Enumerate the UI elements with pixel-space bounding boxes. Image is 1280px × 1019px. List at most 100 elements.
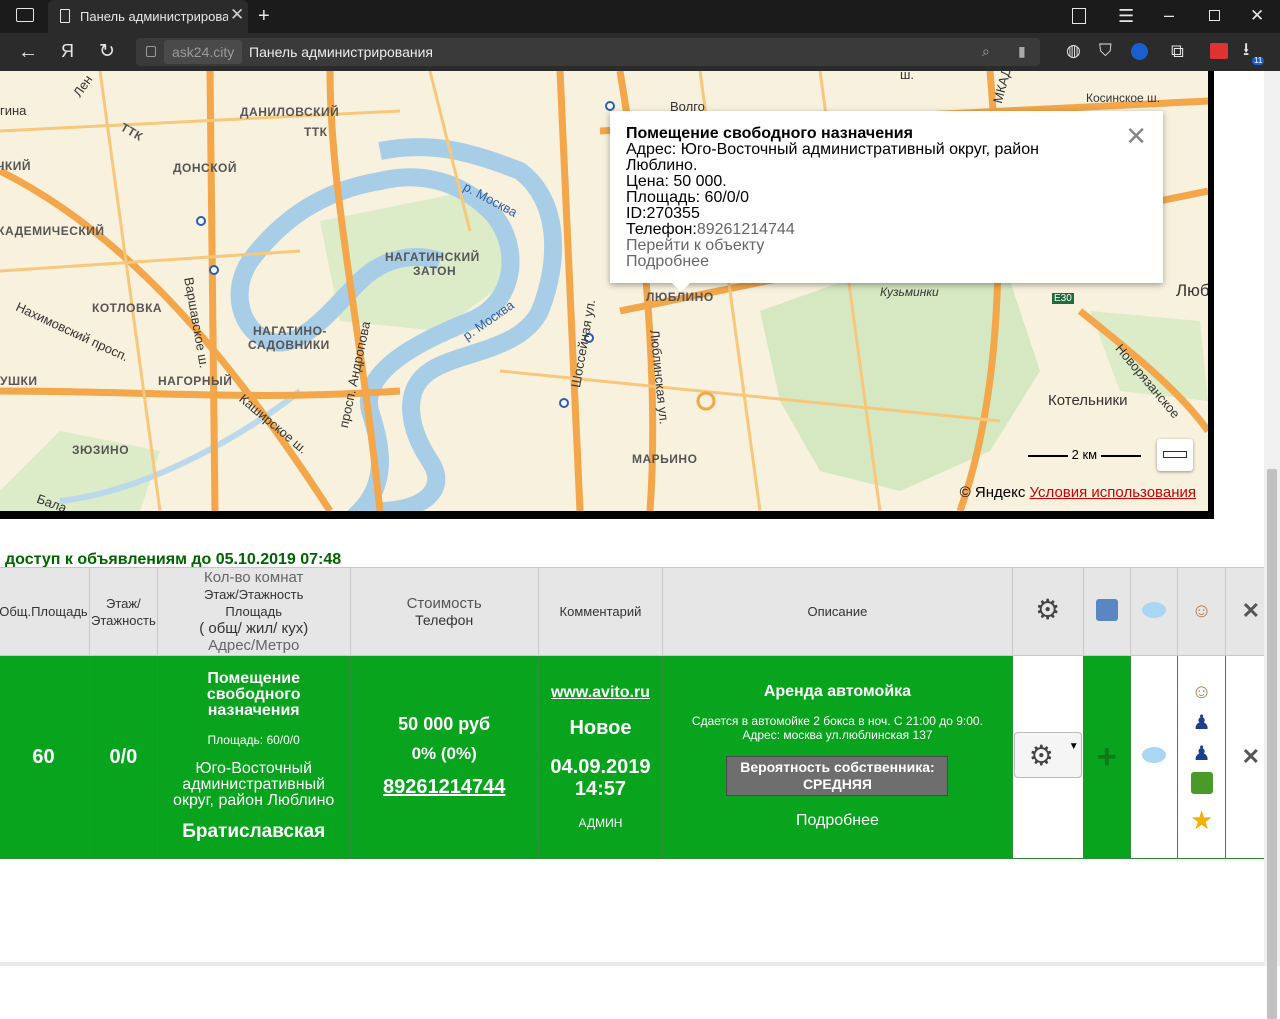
new-tab-icon[interactable]: + [258,6,270,26]
url-field[interactable]: ask24.city Панель администрирования ⌕ ▮ [136,38,1040,66]
row-desc-text: Сдается в автомойке 2 бокса в ноч. С 21:… [691,714,983,728]
header-description[interactable]: Описание [662,567,1013,656]
row-address: Юго-Восточный административный округ, ра… [173,760,335,809]
row-more-link[interactable]: Подробнее [663,812,1012,830]
map-scale: 2 км [1028,447,1141,462]
row-phone[interactable]: 89261214744 [351,776,538,799]
header-rooms-line: Этаж/Этажность [203,587,304,602]
sidebar-toggle-icon[interactable] [16,8,34,22]
district-label: КОТЛОВКА [92,301,163,315]
delete-icon[interactable]: ✕ [1242,744,1260,769]
road-label: ТТК [304,125,328,139]
header-area[interactable]: Общ.Площадь [0,567,90,656]
header-comment-action[interactable] [1130,567,1179,656]
district-label: ДАНИЛОВСКИЙ [240,105,340,119]
header-rooms-line: Площадь [225,604,282,619]
district-label: САДОВНИКИ [248,338,330,352]
maximize-icon[interactable] [1209,10,1220,21]
comment-bubble-icon[interactable] [1142,601,1167,618]
row-source-link[interactable]: www.avito.ru [539,684,662,701]
plus-icon[interactable]: + [1097,738,1117,776]
district-label: НАГАТИНО- [253,324,327,338]
tab-title: Панель администрирования [80,9,228,24]
url-host: ask24.city [172,44,235,60]
page-scrollbar[interactable] [1264,71,1280,1019]
table-row[interactable]: 60 0/0 Помещение свободного назначения П… [0,655,1278,859]
district-label: УШКИ [0,374,38,388]
terms-link[interactable]: Условия использования [1030,484,1197,501]
bookmark-extension-icon[interactable] [1131,43,1148,60]
header-price[interactable]: Стоимость Телефон [349,567,539,656]
map-attribution: © Яндекс Условия использования [960,484,1196,501]
close-window-icon[interactable]: ✕ [1250,7,1264,24]
menu-icon[interactable]: ☰ [1118,7,1134,25]
collections-icon[interactable] [1072,8,1086,24]
balloon-more-link[interactable]: Подробнее [626,254,1147,270]
header-comment[interactable]: Комментарий [537,567,664,656]
district-label: ЗАТОН [413,264,457,278]
close-tab-icon[interactable]: ✕ [230,5,244,25]
back-icon[interactable]: ← [18,42,38,62]
reader-icon[interactable]: ⧉ [1171,42,1184,60]
map-balloon: ✕ Помещение свободного назначения Адрес:… [610,111,1163,292]
balloon-goto-link[interactable]: Перейти к объекту [626,238,1147,254]
ruler-icon [1163,451,1187,458]
district-label: ЧКИЙ [0,159,32,173]
scrollbar-thumb[interactable] [1267,469,1277,1019]
remove-user-icon[interactable]: ♟ [1178,710,1224,735]
header-rooms-line: Кол-во комнат [204,569,304,586]
translate-icon[interactable]: ⌕ [982,44,990,58]
extension-icon[interactable] [1210,43,1228,59]
scale-bar [1028,454,1068,457]
header-rooms[interactable]: Кол-во комнат Этаж/Этажность Площадь ( о… [156,567,351,656]
road-label: ш. [900,71,915,82]
bag-icon[interactable] [1190,771,1213,794]
district-label: АКАДЕМИЧЕСКИЙ [0,224,105,238]
add-user-icon[interactable]: ☺ [1191,601,1211,621]
reload-icon[interactable]: ↻ [99,42,115,61]
row-area-detail: Площадь: 60/0/0 [207,733,300,747]
export-icon[interactable] [1095,598,1118,621]
tab-bar: Панель администрирования ✕ + ☰ – ✕ [0,0,1280,33]
header-add-user[interactable]: ☺ [1177,567,1226,656]
attribution-text: © Яндекс [959,484,1026,501]
bookmark-icon[interactable]: ▮ [1018,44,1026,58]
downloads-count: 11 [1252,56,1265,65]
protect-icon[interactable]: ⛉ [1099,42,1112,59]
owner-probability-badge: Вероятность собственника: СРЕДНЯЯ [726,756,949,796]
vpn-icon[interactable]: ◍ [1066,42,1081,59]
header-floor[interactable]: Этаж/ Этажность [88,567,158,656]
yandex-icon[interactable]: Я [61,42,74,60]
row-comment-cell: www.avito.ru Новое 04.09.2019 14:57 АДМИ… [537,655,664,859]
horizontal-scrollbar[interactable] [0,962,1264,966]
comment-bubble-icon[interactable] [1142,746,1167,763]
minimize-icon[interactable]: – [1164,6,1174,24]
close-icon[interactable]: ✕ [1125,123,1147,149]
ruler-button[interactable] [1157,439,1193,471]
district-label: ЗЮЗИНО [72,443,130,457]
map-frame: ДАНИЛОВСКИЙ ДОНСКОЙ АКАДЕМИЧЕСКИЙ КОТЛОВ… [0,71,1214,519]
balloon-phone-label: Телефон: [626,221,697,238]
downloads-icon[interactable]: ⭳ [1243,40,1249,58]
user-icon[interactable]: ♟ [1178,741,1224,766]
star-icon[interactable]: ★ [1178,805,1224,836]
delete-icon[interactable]: ✕ [1242,598,1260,623]
row-percent: 0% (0%) [411,743,477,763]
balloon-phone-row: Телефон:89261214744 [626,222,1147,238]
chevron-down-icon: ▼ [1068,740,1079,752]
header-export[interactable] [1082,567,1132,656]
gear-icon[interactable]: ⚙ [1035,595,1060,623]
district-label: МАРЬИНО [632,452,698,466]
balloon-phone[interactable]: 89261214744 [697,221,795,238]
add-user-icon[interactable]: ☺ [1178,681,1224,704]
district-label: ДОНСКОЙ [173,161,237,175]
settings-dropdown-button[interactable]: ⚙ ▼ [1013,731,1082,778]
district-label: НАГАТИНСКИЙ [385,250,480,264]
browser-tab[interactable]: Панель администрирования ✕ [48,0,248,33]
header-settings[interactable]: ⚙ [1011,567,1084,656]
lock-icon [146,46,156,57]
row-actions-cell: ☺ ♟ ♟ ★ [1177,655,1226,859]
page-icon [60,9,70,23]
map[interactable]: ДАНИЛОВСКИЙ ДОНСКОЙ АКАДЕМИЧЕСКИЙ КОТЛОВ… [0,71,1208,511]
scale-label: 2 км [1071,447,1098,462]
